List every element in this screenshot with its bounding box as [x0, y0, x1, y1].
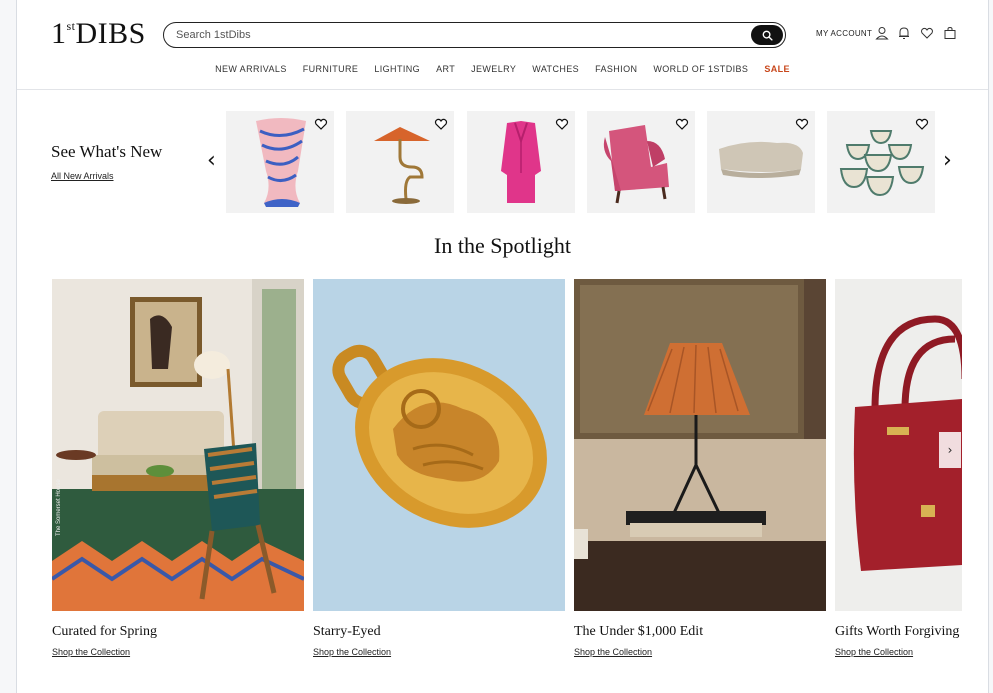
new-arrival-pink-suit[interactable]	[467, 111, 575, 213]
spotlight-title: In the Spotlight	[434, 233, 571, 258]
bell-icon[interactable]	[897, 26, 911, 40]
shop-collection-link[interactable]: Shop the Collection	[52, 647, 130, 657]
spotlight-card-under-1000-image[interactable]	[574, 279, 826, 611]
user-icon[interactable]	[875, 26, 889, 40]
page: 1stDIBS MY ACCOUNT NEW ARRIVALS FURNITUR…	[16, 0, 989, 693]
new-arrival-armchair[interactable]	[587, 111, 695, 213]
spotlight-card-spring-image[interactable]	[52, 279, 304, 611]
new-arrival-bowls[interactable]	[827, 111, 935, 213]
carousel-prev-button[interactable]: ‹	[207, 150, 216, 172]
spotlight-next-button[interactable]: ›	[939, 432, 961, 468]
logo-superscript: st	[66, 19, 76, 33]
favorite-heart-icon[interactable]	[434, 117, 448, 131]
bag-icon[interactable]	[943, 26, 957, 40]
nav-item-sale[interactable]: SALE	[756, 64, 798, 74]
search-input[interactable]	[176, 27, 736, 43]
new-arrival-lamp[interactable]	[346, 111, 454, 213]
logo[interactable]: 1stDIBS	[51, 17, 146, 51]
table-lamp-image	[574, 279, 826, 611]
nav-item-lighting[interactable]: LIGHTING	[366, 64, 428, 74]
favorite-heart-icon[interactable]	[314, 117, 328, 131]
shop-collection-link[interactable]: Shop the Collection	[313, 647, 391, 657]
all-new-arrivals-link[interactable]: All New Arrivals	[51, 171, 114, 181]
main-nav: NEW ARRIVALS FURNITURE LIGHTING ART JEWE…	[17, 64, 988, 74]
nav-item-new-arrivals[interactable]: NEW ARRIVALS	[207, 64, 295, 74]
photo-credit: The Somerset House	[56, 479, 62, 536]
favorite-heart-icon[interactable]	[915, 117, 929, 131]
logo-text: DIBS	[75, 17, 146, 50]
search-button[interactable]	[751, 25, 783, 45]
nav-item-watches[interactable]: WATCHES	[524, 64, 587, 74]
spotlight-card-title[interactable]: Curated for Spring	[52, 624, 157, 640]
nav-item-fashion[interactable]: FASHION	[587, 64, 645, 74]
logo-digit: 1	[51, 17, 67, 50]
favorite-heart-icon[interactable]	[555, 117, 569, 131]
new-arrival-vase[interactable]	[226, 111, 334, 213]
shop-collection-link[interactable]: Shop the Collection	[574, 647, 652, 657]
search-bar	[163, 22, 786, 48]
new-arrival-sofa[interactable]	[707, 111, 815, 213]
my-account-link[interactable]: MY ACCOUNT	[816, 29, 872, 38]
nav-item-world-of-1stdibs[interactable]: WORLD OF 1STDIBS	[645, 64, 756, 74]
search-icon	[762, 30, 773, 41]
interior-room-image	[52, 279, 304, 611]
spotlight-card-title[interactable]: The Under $1,000 Edit	[574, 624, 703, 640]
spotlight-card-title[interactable]: Gifts Worth Forgiving	[835, 624, 959, 640]
nav-item-art[interactable]: ART	[428, 64, 463, 74]
whats-new-title: See What's New	[51, 142, 163, 161]
shop-collection-link[interactable]: Shop the Collection	[835, 647, 913, 657]
favorite-heart-icon[interactable]	[675, 117, 689, 131]
favorite-heart-icon[interactable]	[795, 117, 809, 131]
spotlight-card-starry-eyed-image[interactable]	[313, 279, 565, 611]
gold-pendant-image	[313, 279, 565, 611]
nav-item-furniture[interactable]: FURNITURE	[295, 64, 367, 74]
header-divider	[17, 89, 988, 90]
carousel-next-button[interactable]: ›	[943, 150, 952, 172]
nav-item-jewelry[interactable]: JEWELRY	[463, 64, 524, 74]
heart-icon[interactable]	[920, 26, 934, 40]
spotlight-card-title[interactable]: Starry-Eyed	[313, 624, 381, 640]
